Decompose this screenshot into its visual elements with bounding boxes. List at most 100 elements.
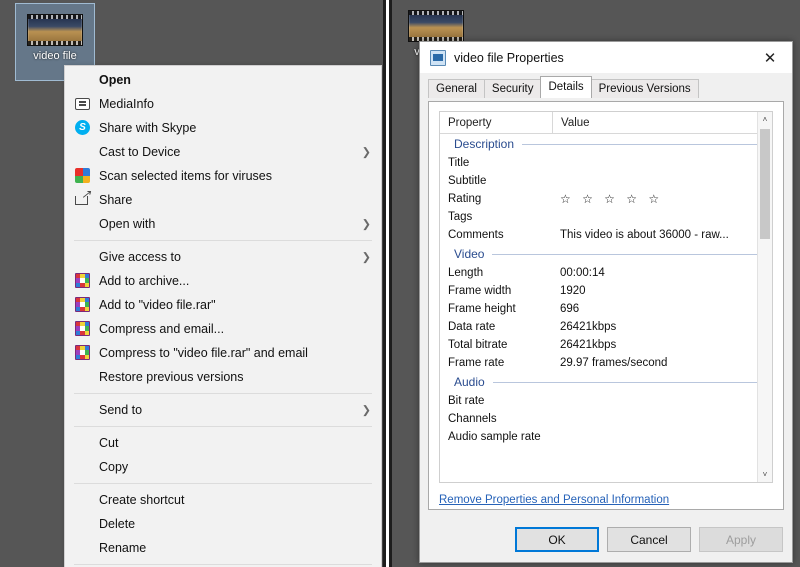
- table-row[interactable]: Tags: [440, 208, 772, 226]
- menu-item-label: Cut: [99, 436, 119, 450]
- remove-properties-link[interactable]: Remove Properties and Personal Informati…: [439, 494, 669, 506]
- menu-item-share[interactable]: Share: [65, 188, 381, 212]
- desktop-panel-left: video file Open MediaInfo S Share with S…: [0, 0, 386, 567]
- menu-item-give-access-to[interactable]: Give access to ❯: [65, 245, 381, 269]
- video-thumbnail-icon: [27, 14, 83, 46]
- property-value: 29.97 frames/second: [560, 357, 668, 369]
- menu-item-cast-to-device[interactable]: Cast to Device ❯: [65, 140, 381, 164]
- table-row[interactable]: Channels: [440, 410, 772, 428]
- group-rule: [522, 143, 760, 145]
- tab-details[interactable]: Details: [540, 76, 592, 98]
- scroll-down-icon[interactable]: ˅: [758, 467, 772, 482]
- property-list[interactable]: Property Value Description Title Subtitl…: [439, 111, 773, 483]
- tab-security[interactable]: Security: [483, 79, 542, 98]
- close-icon[interactable]: ✕: [748, 42, 792, 73]
- cancel-button[interactable]: Cancel: [607, 527, 691, 552]
- skype-icon: S: [75, 120, 91, 136]
- menu-separator: [74, 240, 372, 241]
- property-list-header: Property Value: [440, 112, 772, 134]
- ok-button[interactable]: OK: [515, 527, 599, 552]
- column-header-property: Property: [448, 116, 492, 129]
- winrar-icon: [75, 273, 91, 289]
- table-row[interactable]: Subtitle: [440, 172, 772, 190]
- menu-item-send-to[interactable]: Send to ❯: [65, 398, 381, 422]
- property-key: Tags: [448, 211, 473, 223]
- table-row[interactable]: Frame width 1920: [440, 282, 772, 300]
- video-thumbnail-icon: [408, 10, 464, 42]
- menu-item-compress-and-email[interactable]: Compress and email...: [65, 317, 381, 341]
- table-row[interactable]: Title: [440, 154, 772, 172]
- menu-item-label: Add to archive...: [99, 274, 190, 288]
- table-row[interactable]: Bit rate: [440, 392, 772, 410]
- property-group-video: Video: [440, 244, 772, 264]
- tab-general[interactable]: General: [428, 79, 485, 98]
- menu-item-label: Cast to Device: [99, 145, 181, 159]
- video-file-icon: [430, 49, 446, 66]
- tab-previous-versions[interactable]: Previous Versions: [590, 79, 699, 98]
- scrollbar-thumb[interactable]: [760, 129, 770, 239]
- menu-item-label: Delete: [99, 517, 136, 531]
- film-sprockets-top: [409, 11, 463, 15]
- group-label: Video: [454, 247, 485, 261]
- menu-item-restore-previous-versions[interactable]: Restore previous versions: [65, 365, 381, 389]
- property-value: 696: [560, 303, 580, 315]
- context-menu[interactable]: Open MediaInfo S Share with Skype Cast t…: [64, 65, 382, 567]
- menu-item-add-to-archive[interactable]: Add to archive...: [65, 269, 381, 293]
- winrar-icon: [75, 345, 91, 361]
- menu-item-open[interactable]: Open: [65, 68, 381, 92]
- group-rule: [492, 381, 760, 383]
- menu-item-mediainfo[interactable]: MediaInfo: [65, 92, 381, 116]
- table-row[interactable]: Comments This video is about 36000 - raw…: [440, 226, 772, 244]
- chevron-right-icon: ❯: [361, 218, 371, 231]
- rating-stars-icon[interactable]: ☆ ☆ ☆ ☆ ☆: [552, 192, 772, 206]
- scroll-up-icon[interactable]: ˄: [758, 112, 772, 127]
- menu-item-label: Open with: [99, 217, 156, 231]
- menu-item-create-shortcut[interactable]: Create shortcut: [65, 488, 381, 512]
- property-key: Comments: [448, 229, 504, 241]
- chevron-right-icon: ❯: [361, 146, 371, 159]
- apply-button[interactable]: Apply: [699, 527, 783, 552]
- film-sprockets-bottom: [28, 41, 82, 45]
- antivirus-icon: [75, 168, 91, 184]
- table-row[interactable]: Audio sample rate: [440, 428, 772, 446]
- table-row[interactable]: Rating ☆ ☆ ☆ ☆ ☆: [440, 190, 772, 208]
- menu-item-label: MediaInfo: [99, 97, 154, 111]
- group-label: Audio: [454, 375, 485, 389]
- menu-item-compress-to-rar-and-email[interactable]: Compress to "video file.rar" and email: [65, 341, 381, 365]
- menu-item-label: Scan selected items for viruses: [99, 169, 272, 183]
- dialog-title-bar[interactable]: video file Properties ✕: [420, 42, 792, 73]
- menu-item-rename[interactable]: Rename: [65, 536, 381, 560]
- tab-strip[interactable]: General Security Details Previous Versio…: [428, 76, 792, 98]
- menu-item-open-with[interactable]: Open with ❯: [65, 212, 381, 236]
- film-sprockets-top: [28, 15, 82, 19]
- property-value: 00:00:14: [560, 267, 605, 279]
- property-list-scrollbar[interactable]: ˄ ˅: [757, 112, 772, 482]
- table-row[interactable]: Frame rate 29.97 frames/second: [440, 354, 772, 372]
- desktop-icon-video-file-selected[interactable]: video file: [15, 3, 95, 81]
- winrar-icon: [75, 321, 91, 337]
- table-row[interactable]: Length 00:00:14: [440, 264, 772, 282]
- table-row[interactable]: Frame height 696: [440, 300, 772, 318]
- column-header-value: Value: [552, 112, 772, 133]
- menu-separator: [74, 393, 372, 394]
- property-key: Data rate: [448, 321, 496, 333]
- menu-item-label: Restore previous versions: [99, 370, 244, 384]
- menu-item-scan-for-viruses[interactable]: Scan selected items for viruses: [65, 164, 381, 188]
- property-value: 26421kbps: [560, 339, 617, 351]
- table-row[interactable]: Data rate 26421kbps: [440, 318, 772, 336]
- property-key: Channels: [448, 413, 497, 425]
- property-key: Total bitrate: [448, 339, 508, 351]
- share-icon: [75, 188, 91, 208]
- menu-item-share-with-skype[interactable]: S Share with Skype: [65, 116, 381, 140]
- table-row[interactable]: Total bitrate 26421kbps: [440, 336, 772, 354]
- menu-item-cut[interactable]: Cut: [65, 431, 381, 455]
- desktop-panel-right: video file video file Properties ✕ Gener…: [389, 0, 800, 567]
- menu-item-copy[interactable]: Copy: [65, 455, 381, 479]
- mediainfo-icon: [75, 96, 91, 112]
- group-label: Description: [454, 137, 515, 151]
- menu-item-add-to-rar[interactable]: Add to "video file.rar": [65, 293, 381, 317]
- menu-item-delete[interactable]: Delete: [65, 512, 381, 536]
- property-key: Frame rate: [448, 357, 505, 369]
- chevron-right-icon: ❯: [361, 251, 371, 264]
- menu-item-label: Give access to: [99, 250, 181, 264]
